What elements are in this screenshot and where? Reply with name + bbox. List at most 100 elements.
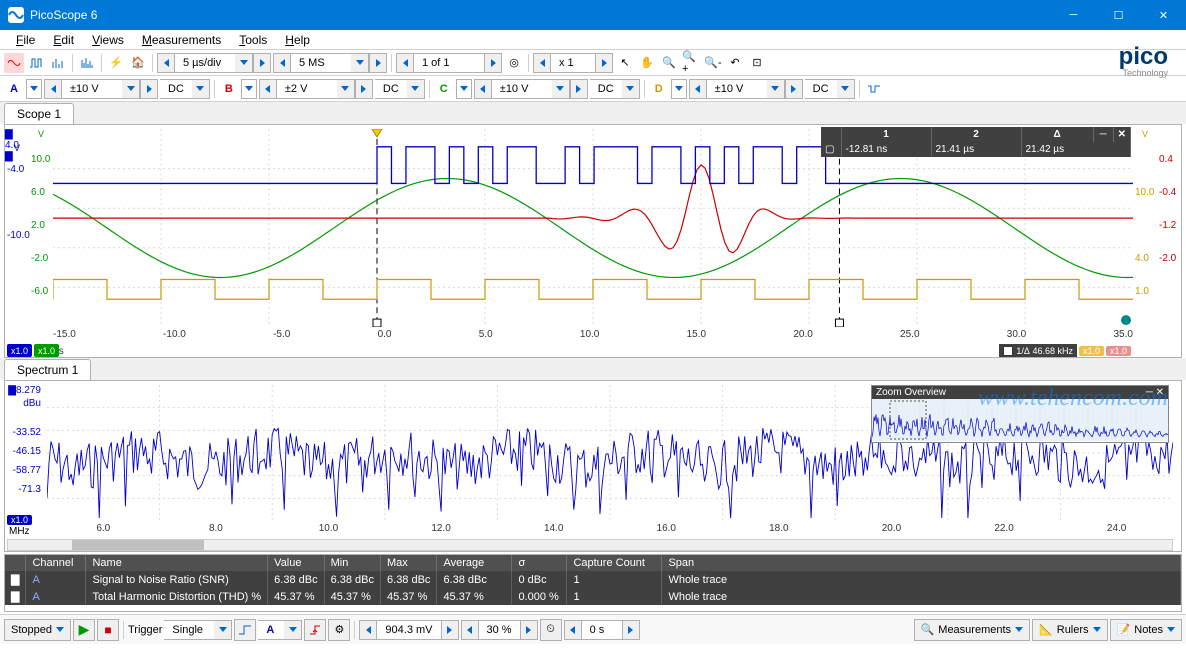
samples-value[interactable]: 5 MS <box>291 53 351 73</box>
scope-canvas[interactable] <box>53 129 1133 327</box>
page-spinner[interactable]: 1 of 1 <box>396 53 502 73</box>
menu-views[interactable]: Views <box>84 31 132 49</box>
trigger-label: Trigger <box>128 624 162 636</box>
scope-xaxis: -15.0-10.0-5.00.05.010.015.020.025.030.0… <box>53 329 1133 343</box>
zoom-out-icon[interactable]: 🔍- <box>703 53 723 73</box>
ch-c-coupling[interactable]: DC <box>590 79 640 99</box>
ch-d-range[interactable]: ±10 V <box>689 79 803 99</box>
yaxis-c: V 10.0 6.0 2.0 -2.0 -6.0 <box>29 129 53 327</box>
main-toolbar: ⚡ 🏠 5 µs/div 5 MS 1 of 1 ◎ x 1 ↖ ✋ 🔍 🔍+ … <box>0 50 1186 76</box>
ch-a-dropdown[interactable] <box>26 79 42 99</box>
samples-dropdown[interactable] <box>351 53 369 73</box>
zoom-inc[interactable] <box>595 53 613 73</box>
hand-icon[interactable]: ✋ <box>637 53 657 73</box>
trigger-mode[interactable]: Single <box>164 620 232 640</box>
close-button[interactable]: ✕ <box>1141 0 1186 30</box>
ruler-table[interactable]: 12Δ─✕ ▢-12.81 ns21.41 µs21.42 µs <box>821 127 1131 157</box>
measurements-button[interactable]: 🔍Measurements <box>914 619 1030 641</box>
ch-d-dropdown[interactable] <box>671 79 687 99</box>
timebase-dec[interactable] <box>157 53 175 73</box>
timebase-inc[interactable] <box>253 53 271 73</box>
page-next[interactable] <box>484 53 502 73</box>
menu-help[interactable]: Help <box>277 31 318 49</box>
capture-status: Stopped <box>4 619 71 641</box>
scope-tabs: Scope 1 <box>0 102 1186 124</box>
pointer-icon[interactable]: ↖ <box>615 53 635 73</box>
undo-zoom-icon[interactable]: ↶ <box>725 53 745 73</box>
trigger-advanced-icon[interactable]: ⚙ <box>328 619 350 641</box>
spectrum-scrollbar[interactable] <box>7 539 1173 551</box>
spectrum-mode-icon[interactable] <box>48 53 68 73</box>
posttrigger[interactable]: 0 s <box>564 620 640 640</box>
samples-inc[interactable] <box>369 53 387 73</box>
zoom-overview[interactable]: Zoom Overview─ ✕ <box>871 385 1169 443</box>
brand-logo: pico Technology <box>1119 47 1182 78</box>
trigger-channel[interactable]: A <box>258 620 302 640</box>
timebase-dropdown[interactable] <box>235 53 253 73</box>
menu-tools[interactable]: Tools <box>231 31 275 49</box>
stop-button[interactable]: ■ <box>97 619 119 641</box>
locate-icon[interactable]: ◎ <box>504 53 524 73</box>
menu-file[interactable]: File <box>8 31 43 49</box>
table-row[interactable]: ▇ATotal Harmonic Distortion (THD) %45.37… <box>5 588 1181 605</box>
measurements-table[interactable]: Channel Name Value Min Max Average σ Cap… <box>4 554 1182 612</box>
ch-b-range[interactable]: ±2 V <box>259 79 373 99</box>
pretrigger[interactable]: 30 % <box>461 620 538 640</box>
rising-edge-icon[interactable] <box>304 619 326 641</box>
channel-toolbar: A ±10 V DC B ±2 V DC C ±10 V DC D ±10 V … <box>0 76 1186 102</box>
start-button[interactable]: ▶ <box>73 619 95 641</box>
trigger-edge-icon[interactable] <box>234 619 256 641</box>
rulers-button[interactable]: 📐Rulers <box>1032 619 1108 641</box>
time-icon[interactable]: ⏲ <box>540 619 562 641</box>
channel-d-label[interactable]: D <box>649 79 669 99</box>
scale-badges: x1.0 x1.0 <box>7 344 59 357</box>
ch-a-coupling[interactable]: DC <box>160 79 210 99</box>
ch-d-coupling[interactable]: DC <box>805 79 855 99</box>
zoom-in-icon[interactable]: 🔍+ <box>681 53 701 73</box>
tab-scope1[interactable]: Scope 1 <box>4 103 74 124</box>
menubar: File Edit Views Measurements Tools Help <box>0 30 1186 50</box>
samples-spinner[interactable]: 5 MS <box>273 53 387 73</box>
notes-button[interactable]: 📝Notes <box>1110 619 1182 641</box>
channel-b-label[interactable]: B <box>219 79 239 99</box>
menu-edit[interactable]: Edit <box>45 31 82 49</box>
zoom-value[interactable]: x 1 <box>551 53 595 73</box>
zoom-spinner[interactable]: x 1 <box>533 53 613 73</box>
zoom-min-icon[interactable]: ─ <box>1146 387 1153 398</box>
trigger-level[interactable]: 904.3 mV <box>359 620 458 640</box>
siggen-icon[interactable]: ⚡ <box>106 53 126 73</box>
channel-c-label[interactable]: C <box>434 79 454 99</box>
ch-c-dropdown[interactable] <box>456 79 472 99</box>
timebase-spinner[interactable]: 5 µs/div <box>157 53 271 73</box>
ch-c-range[interactable]: ±10 V <box>474 79 588 99</box>
spectrum-xaxis: 6.08.010.012.014.016.018.020.022.024.0 <box>47 523 1173 537</box>
spectrum2-icon[interactable] <box>77 53 97 73</box>
zoom-close-icon[interactable]: ✕ <box>1156 387 1164 398</box>
minimize-button[interactable]: ─ <box>1051 0 1096 30</box>
yaxis-a: ▇ 4.0 ▇ V -4.0 -10.0 <box>5 129 29 327</box>
window-title: PicoScope 6 <box>30 8 1051 22</box>
timebase-value[interactable]: 5 µs/div <box>175 53 235 73</box>
persistence-mode-icon[interactable] <box>26 53 46 73</box>
fit-icon[interactable]: ⊡ <box>747 53 767 73</box>
menu-measurements[interactable]: Measurements <box>134 31 229 49</box>
channel-a-label[interactable]: A <box>4 79 24 99</box>
scope-area: ▇ 4.0 ▇ V -4.0 -10.0 V 10.0 6.0 2.0 -2.0… <box>4 124 1182 358</box>
table-row[interactable]: ▇ASignal to Noise Ratio (SNR)6.38 dBc6.3… <box>5 571 1181 588</box>
maximize-button[interactable]: ☐ <box>1096 0 1141 30</box>
samples-dec[interactable] <box>273 53 291 73</box>
spectrum-badge: x1.0 MHz <box>7 515 32 537</box>
zoom-dec[interactable] <box>533 53 551 73</box>
scope-mode-icon[interactable] <box>4 53 24 73</box>
tab-spectrum1[interactable]: Spectrum 1 <box>4 359 91 380</box>
app-icon <box>8 7 24 23</box>
yaxis-b: 0.4 -0.4 -1.2 -2.0 <box>1157 129 1181 327</box>
digital-channels-icon[interactable] <box>864 79 884 99</box>
spectrum-tabs: Spectrum 1 <box>0 358 1186 380</box>
ch-a-range[interactable]: ±10 V <box>44 79 158 99</box>
ch-b-coupling[interactable]: DC <box>375 79 425 99</box>
zoom-select-icon[interactable]: 🔍 <box>659 53 679 73</box>
page-prev[interactable] <box>396 53 414 73</box>
home-icon[interactable]: 🏠 <box>128 53 148 73</box>
ch-b-dropdown[interactable] <box>241 79 257 99</box>
